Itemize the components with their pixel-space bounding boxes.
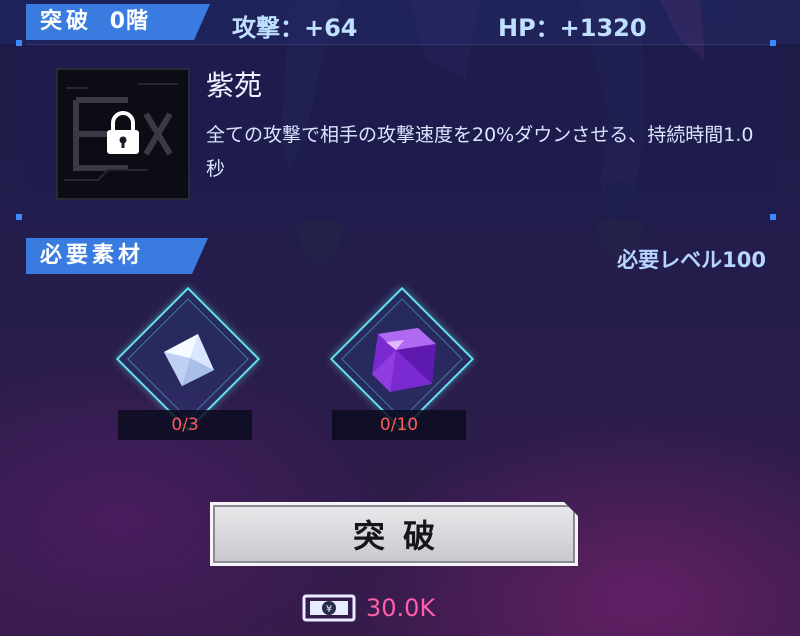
- purple-gem-icon: [372, 328, 436, 392]
- svg-text:¥: ¥: [326, 604, 332, 615]
- materials-tag: 必要素材: [26, 238, 208, 274]
- material-count: 0/3: [118, 410, 252, 440]
- skill-description: 全ての攻撃で相手の攻撃速度を20%ダウンさせる、持続時間1.0秒: [206, 124, 754, 180]
- breakthrough-button[interactable]: 突破: [210, 502, 578, 566]
- attack-stat: 攻撃：+64: [232, 14, 358, 42]
- breakthrough-stage-label: 0階: [109, 9, 149, 34]
- lock-icon: [107, 111, 139, 154]
- cost-value: 30.0K: [366, 594, 436, 622]
- material-count: 0/10: [332, 410, 466, 440]
- currency-icon: ¥: [302, 594, 356, 622]
- skill-icon[interactable]: [56, 68, 190, 200]
- required-level: 必要レベル100: [617, 248, 766, 272]
- corner-marker: [16, 40, 22, 46]
- corner-marker: [770, 214, 776, 220]
- material-slot-silver[interactable]: 0/3: [115, 286, 261, 458]
- corner-marker: [770, 40, 776, 46]
- hp-stat: HP：+1320: [498, 14, 647, 42]
- corner-marker: [16, 214, 22, 220]
- material-slot-purple[interactable]: 0/10: [329, 286, 475, 458]
- skill-name: 紫苑: [206, 69, 263, 102]
- breakthrough-tag: 突破 0階: [26, 4, 210, 40]
- breakthrough-tag-label: 突破: [40, 9, 93, 34]
- cost-display: ¥ 30.0K: [302, 590, 435, 626]
- silver-crystal-icon: [164, 334, 214, 386]
